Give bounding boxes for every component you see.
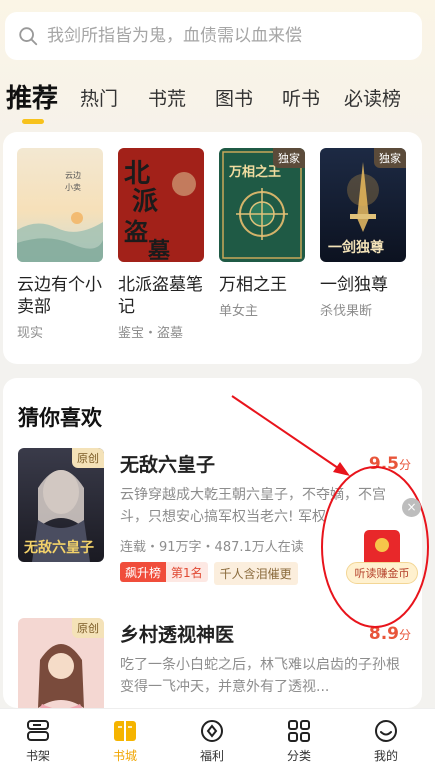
book-item[interactable]: 北 派 盗 墓 北派盗墓笔记 鉴宝・盗墓	[118, 148, 204, 341]
coin-seal-icon	[375, 538, 389, 552]
grid-icon	[288, 720, 310, 742]
tab-recommend[interactable]: 推荐	[6, 78, 58, 115]
listen-earn-coins-widget[interactable]: 听读赚金币	[346, 512, 418, 588]
book-tag: 鉴宝・盗墓	[118, 326, 184, 341]
book-score: 9.5分	[369, 454, 411, 474]
score-value: 8.9	[368, 624, 399, 644]
book-meta: 连载・91万字・487.1万人在读	[120, 540, 304, 555]
svg-text:无敌六皇子: 无敌六皇子	[23, 539, 94, 556]
book-cover[interactable]: 云边 小卖	[17, 148, 103, 262]
score-value: 9.5	[368, 454, 399, 474]
nav-label: 我的	[373, 749, 398, 763]
original-badge: 原创	[72, 448, 104, 468]
rank-position: 第1名	[166, 562, 208, 582]
section-heading: 猜你喜欢	[18, 406, 102, 430]
hype-chip: 千人含泪催更	[213, 562, 298, 585]
rank-list-name: 飙升榜	[120, 562, 167, 582]
nav-categories[interactable]: 分类	[269, 717, 329, 764]
svg-text:盗: 盗	[124, 217, 148, 246]
svg-text:小卖: 小卖	[65, 183, 81, 192]
nav-bookstore[interactable]: 书城	[95, 717, 155, 764]
tab-audiobooks[interactable]: 听书	[282, 84, 320, 111]
svg-text:一剑独尊: 一剑独尊	[328, 239, 384, 256]
welfare-icon	[201, 720, 223, 742]
search-input[interactable]	[47, 26, 407, 46]
rank-chip: 飙升榜 第1名	[120, 562, 208, 582]
featured-books-card: 云边 小卖 云边有个小卖部 现实 北 派 盗 墓 北派盗墓笔记 鉴宝・盗墓 万相…	[3, 132, 422, 364]
exclusive-badge: 独家	[273, 148, 305, 168]
book-cover[interactable]: 一剑独尊 独家	[320, 148, 406, 262]
score-unit: 分	[398, 628, 411, 642]
book-tag: 现实	[17, 326, 44, 341]
svg-text:派: 派	[132, 187, 158, 217]
nav-profile[interactable]: 我的	[356, 717, 416, 764]
book-cover[interactable]: 北 派 盗 墓	[118, 148, 204, 262]
smile-face-icon	[375, 720, 397, 742]
book-description: 吃了一条小白蛇之后，林飞难以启齿的子孙根变得一飞冲天，并意外有了透视...	[120, 657, 400, 695]
book-item[interactable]: 一剑独尊 独家 一剑独尊 杀伐果断	[320, 148, 406, 319]
nav-label: 分类	[286, 749, 311, 763]
book-item[interactable]: 云边 小卖 云边有个小卖部 现实	[17, 148, 103, 341]
nav-welfare[interactable]: 福利	[182, 717, 242, 764]
category-tabs: 推荐 热门 书荒 图书 听书 必读榜	[0, 74, 435, 126]
book-title: 北派盗墓笔记	[118, 275, 203, 317]
svg-text:万相之王: 万相之王	[228, 164, 281, 180]
tab-shortage[interactable]: 书荒	[148, 84, 186, 111]
book-title: 乡村透视神医	[120, 624, 235, 646]
book-cover[interactable]: 无敌六皇子 原创	[18, 448, 104, 562]
exclusive-badge: 独家	[374, 148, 406, 168]
book-item[interactable]: 万相之王 独家 万相之王 单女主	[219, 148, 305, 319]
tab-books[interactable]: 图书	[215, 84, 253, 111]
svg-text:北: 北	[124, 159, 150, 189]
tab-must-read[interactable]: 必读榜	[344, 84, 401, 111]
book-chips: 飙升榜 第1名 千人含泪催更	[120, 562, 298, 585]
listen-earn-label: 听读赚金币	[346, 562, 418, 584]
score-unit: 分	[398, 458, 411, 472]
search-icon	[19, 27, 38, 46]
bookshelf-icon	[27, 720, 49, 741]
bottom-navigation: 书架 书城 福利 分类 我的	[0, 708, 435, 768]
book-tag: 单女主	[219, 304, 259, 319]
nav-bookshelf[interactable]: 书架	[8, 717, 68, 764]
book-score: 8.9分	[369, 624, 411, 644]
svg-text:墓: 墓	[147, 238, 171, 262]
nav-label: 书架	[25, 749, 50, 763]
bookstore-icon	[114, 721, 136, 741]
svg-text:云边: 云边	[65, 170, 81, 180]
book-cover[interactable]: 万相之王 独家	[219, 148, 305, 262]
tab-hot[interactable]: 热门	[80, 84, 118, 111]
search-bar[interactable]	[5, 12, 422, 60]
close-icon[interactable]: ×	[402, 498, 421, 517]
nav-label: 福利	[199, 749, 224, 763]
nav-label: 书城	[112, 749, 137, 763]
book-title: 无敌六皇子	[120, 454, 216, 476]
book-tag: 杀伐果断	[320, 304, 373, 319]
book-title: 云边有个小卖部	[17, 275, 102, 317]
tab-active-indicator	[22, 119, 44, 124]
original-badge: 原创	[72, 618, 104, 638]
list-item[interactable]: 透视神医 原创 乡村透视神医 8.9分 吃了一条小白蛇之后，林飞难以启齿的子孙根…	[18, 618, 413, 732]
book-title: 万相之王	[219, 275, 287, 295]
book-title: 一剑独尊	[320, 275, 388, 295]
